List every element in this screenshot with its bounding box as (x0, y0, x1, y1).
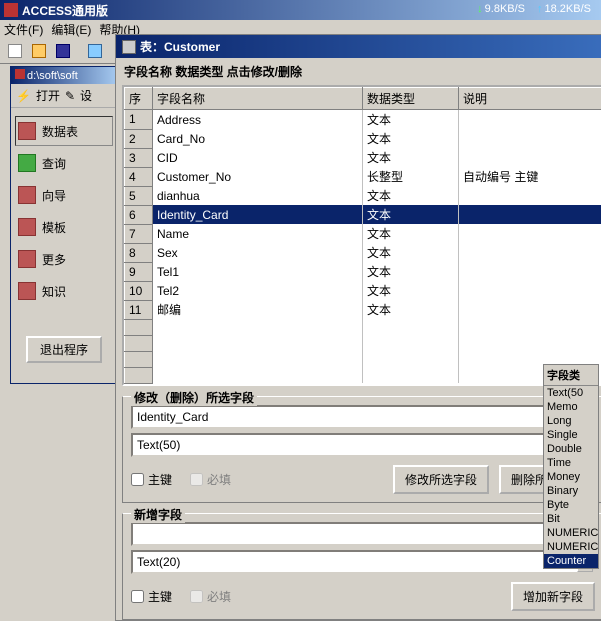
nav-datatable[interactable]: 数据表 (15, 116, 113, 146)
table-row[interactable] (125, 367, 601, 383)
datatype-item[interactable]: NUMERIC (544, 526, 598, 540)
table-row[interactable]: 3CID文本 (125, 148, 601, 167)
new-file-button[interactable] (4, 40, 26, 62)
nav-query[interactable]: 查询 (15, 148, 113, 178)
add-req-checkbox: 必填 (190, 588, 231, 605)
datatype-item[interactable]: Long (544, 414, 598, 428)
column-header[interactable]: 数据类型 (363, 88, 459, 110)
modify-legend: 修改（删除）所选字段 (131, 389, 257, 406)
modify-group: 修改（删除）所选字段 ▼ 主键 必填 修改所选字段 删除所选字段 (122, 396, 601, 503)
table-row[interactable]: 1Address文本 (125, 110, 601, 130)
more-icon (18, 250, 36, 268)
datatype-item[interactable]: Single (544, 428, 598, 442)
datatype-item[interactable]: Memo (544, 400, 598, 414)
add-group: 新增字段 ▼ 主键 必填 增加新字段 (122, 513, 601, 620)
datatype-item[interactable]: Text(50 (544, 386, 598, 400)
design-button[interactable]: 设 (80, 87, 92, 104)
template-icon (18, 218, 36, 236)
nav-label: 向导 (42, 187, 66, 204)
table-title: 表：Customer (116, 35, 601, 58)
nav-knowledge[interactable]: 知识 (15, 276, 113, 306)
nav-label: 更多 (42, 251, 66, 268)
table-row[interactable]: 8Sex文本 (125, 243, 601, 262)
modify-field-button[interactable]: 修改所选字段 (393, 465, 489, 494)
exit-button[interactable]: 退出程序 (26, 336, 102, 363)
net-stats: ↓ 9.8KB/S ↑ 18.2KB/S (477, 3, 595, 15)
datatype-item[interactable]: Bit (544, 512, 598, 526)
datatypes-panel: 字段类 Text(50MemoLongSingleDoubleTimeMoney… (543, 364, 599, 569)
knowledge-icon (18, 282, 36, 300)
table-row[interactable]: 5dianhua文本 (125, 186, 601, 205)
wizard-icon (18, 186, 36, 204)
table-row[interactable]: 11邮编文本 (125, 300, 601, 319)
datatype-item[interactable]: Double (544, 442, 598, 456)
modify-pk-checkbox[interactable]: 主键 (131, 471, 172, 488)
datatypes-header: 字段类 (544, 365, 598, 386)
datatype-item[interactable]: Counter (544, 554, 598, 568)
navigator-title: d:\soft\soft (11, 67, 117, 84)
modify-req-checkbox: 必填 (190, 471, 231, 488)
table-row[interactable]: 6Identity_Card文本 (125, 205, 601, 224)
add-legend: 新增字段 (131, 506, 185, 523)
upload-icon: ↑ (537, 3, 543, 15)
modify-name-input[interactable] (131, 405, 595, 429)
datatype-item[interactable]: Byte (544, 498, 598, 512)
nav-wizard[interactable]: 向导 (15, 180, 113, 210)
nav-label: 模板 (42, 219, 66, 236)
table-row[interactable]: 4Customer_No长整型自动编号 主键 (125, 167, 601, 186)
modify-type-select[interactable] (133, 435, 577, 455)
nav-label: 数据表 (42, 123, 78, 140)
nav-label: 知识 (42, 283, 66, 300)
datatype-item[interactable]: Time (544, 456, 598, 470)
fields-grid[interactable]: 序字段名称数据类型说明 1Address文本2Card_No文本3CID文本4C… (122, 85, 601, 386)
menu-edit[interactable]: 编辑(E) (51, 21, 91, 38)
download-icon: ↓ (477, 3, 483, 15)
nav-more[interactable]: 更多 (15, 244, 113, 274)
download-speed: 9.8KB/S (485, 3, 525, 15)
open-file-button[interactable] (28, 40, 50, 62)
table-icon (18, 122, 36, 140)
upload-speed: 18.2KB/S (545, 3, 591, 15)
table-row[interactable]: 7Name文本 (125, 224, 601, 243)
table-hint: 字段名称 数据类型 点击修改/删除 (116, 58, 601, 85)
nav-label: 查询 (42, 155, 66, 172)
lightning-icon: ⚡ (16, 89, 31, 103)
add-name-input[interactable] (131, 522, 595, 546)
datatype-item[interactable]: Binary (544, 484, 598, 498)
column-header[interactable]: 字段名称 (153, 88, 363, 110)
query-icon (18, 154, 36, 172)
table-window-icon (122, 40, 136, 54)
app-icon (4, 3, 18, 17)
open-button[interactable]: 打开 (36, 87, 60, 104)
table-designer: 表：Customer 字段名称 数据类型 点击修改/删除 序字段名称数据类型说明… (115, 34, 601, 621)
table-row[interactable] (125, 319, 601, 335)
save-button[interactable] (52, 40, 74, 62)
add-type-select[interactable] (133, 552, 577, 572)
table-row[interactable]: 2Card_No文本 (125, 129, 601, 148)
column-header[interactable]: 说明 (459, 88, 601, 110)
chart-button[interactable] (84, 40, 106, 62)
table-row[interactable] (125, 351, 601, 367)
menu-file[interactable]: 文件(F) (4, 21, 43, 38)
pencil-icon: ✎ (65, 89, 75, 103)
table-row[interactable]: 9Tel1文本 (125, 262, 601, 281)
datatype-item[interactable]: NUMERIC (544, 540, 598, 554)
add-field-button[interactable]: 增加新字段 (511, 582, 595, 611)
navigator-window: d:\soft\soft ⚡ 打开 ✎ 设 数据表 查询 向导 模板 更多 知识… (10, 66, 118, 384)
table-row[interactable]: 10Tel2文本 (125, 281, 601, 300)
table-row[interactable] (125, 335, 601, 351)
datatype-item[interactable]: Money (544, 470, 598, 484)
nav-template[interactable]: 模板 (15, 212, 113, 242)
column-header[interactable]: 序 (125, 88, 153, 110)
add-pk-checkbox[interactable]: 主键 (131, 588, 172, 605)
